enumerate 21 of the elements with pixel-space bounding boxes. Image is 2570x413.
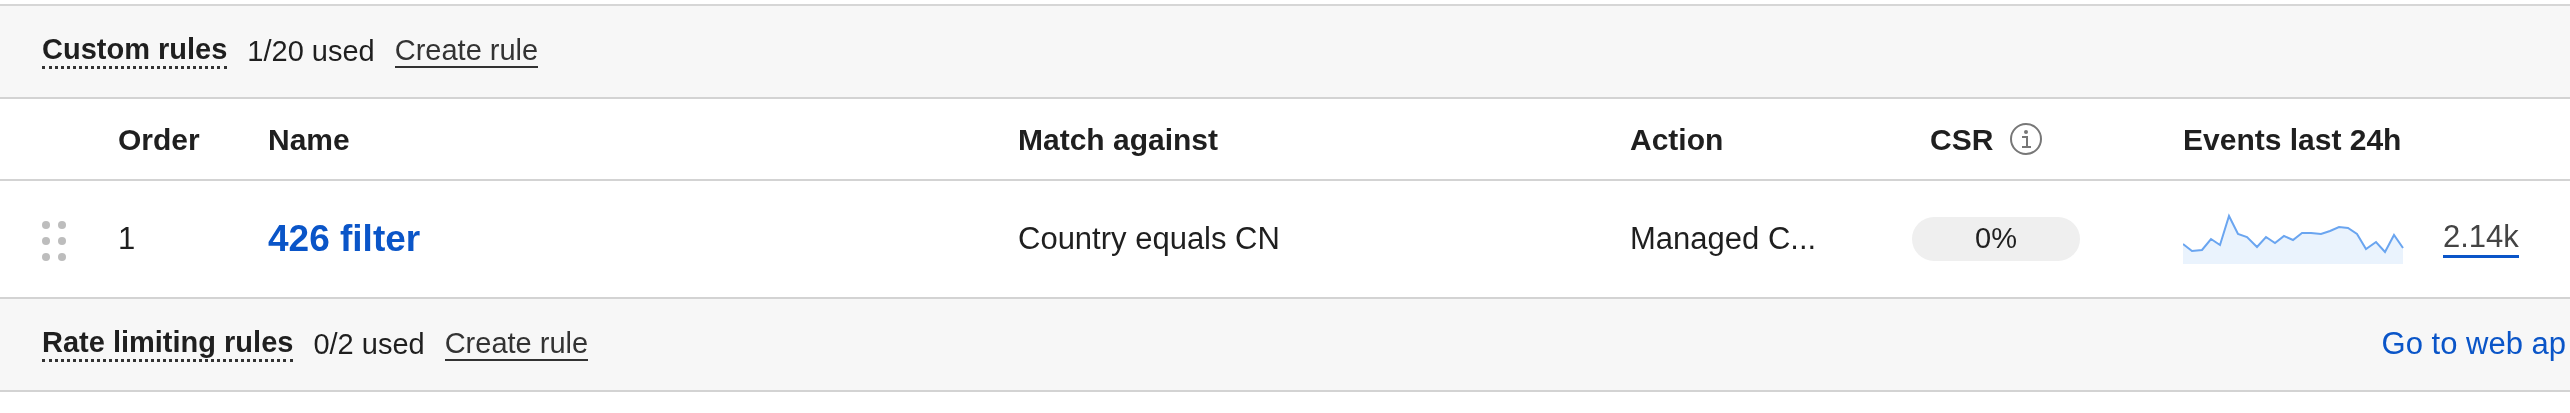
column-header: Action (1630, 121, 1724, 158)
column-header: CSR (1930, 121, 1994, 158)
drag-handle-icon[interactable] (42, 220, 66, 261)
create-rule-link[interactable]: Create rule (444, 327, 589, 362)
order-number: 1 (118, 220, 136, 256)
column-header: Name (268, 121, 350, 158)
create-rule-link[interactable]: Create rule (394, 34, 539, 69)
web-app-link[interactable]: Go to web ap (2381, 321, 2566, 368)
column-header: Match against (1018, 121, 1219, 158)
section-title: Rate limiting rules (42, 327, 294, 362)
usage-text: 0/2 used (313, 326, 425, 362)
events-count-link[interactable]: 2.14k (2443, 220, 2519, 258)
csr-badge: 0% (1912, 217, 2080, 261)
info-icon[interactable] (2009, 122, 2044, 156)
column-header: Order (118, 121, 200, 158)
rule-name-link[interactable]: 426 filter (268, 218, 421, 260)
action-text: Managed C... (1630, 220, 1817, 256)
section-title: Custom rules (42, 34, 228, 69)
usage-text: 1/20 used (247, 33, 375, 69)
column-header: Events last 24h (2183, 121, 2402, 158)
match-text: Country equals CN (1018, 220, 1280, 256)
